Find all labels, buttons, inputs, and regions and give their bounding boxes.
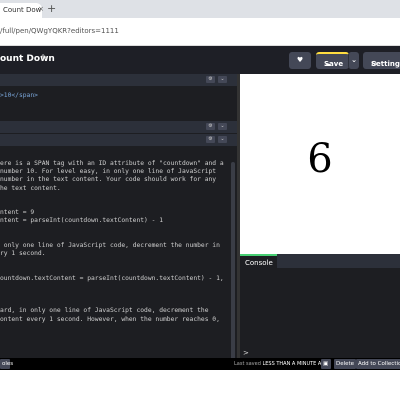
js-pane-chevron-icon[interactable]: ⌄: [218, 136, 227, 143]
save-button[interactable]: ☁ Save: [316, 52, 349, 69]
editor-scrollbar[interactable]: [231, 162, 235, 367]
console-toggle-button[interactable]: oles: [0, 359, 13, 369]
browser-tab-bar: Count Down × +: [0, 0, 400, 18]
pen-header: ount Down ✎ ♥ ☁ Save ⌄ ⚙ Settings: [0, 46, 400, 74]
delete-button[interactable]: Delete: [334, 359, 357, 369]
code-line: ontent every 1 second. However, when the…: [0, 315, 220, 323]
console-header: Console: [240, 254, 400, 268]
code-line: ard, in only one line of JavaScript code…: [0, 307, 209, 315]
close-icon[interactable]: ×: [38, 5, 44, 13]
editor-column: ⚙ ⌄ >10</span> ⚙ ⌄ ⚙ ⌄ ere is a SPAN tag…: [0, 74, 237, 370]
css-pane-header: ⚙ ⌄: [0, 121, 237, 133]
code-line: ntent = 9: [0, 209, 35, 217]
heart-icon: ♥: [296, 56, 304, 64]
browser-tab-title: Count Down: [3, 6, 42, 14]
js-pane-settings-icon[interactable]: ⚙: [206, 136, 215, 143]
code-line: he text content.: [0, 184, 61, 192]
code-line: number 10. For level easy, in only one l…: [0, 168, 217, 176]
html-editor[interactable]: >10</span>: [0, 92, 38, 100]
settings-button[interactable]: ⚙ Settings: [363, 52, 400, 69]
code-line: number in the text content. Your code sh…: [0, 176, 217, 184]
html-code-line: >10</span>: [0, 92, 38, 99]
new-tab-button[interactable]: +: [47, 2, 56, 15]
settings-label: Settings: [371, 60, 400, 68]
code-line: only one line of JavaScript code, decrem…: [0, 241, 220, 249]
countdown-number: 6: [307, 136, 333, 182]
css-pane-settings-icon[interactable]: ⚙: [206, 123, 215, 130]
console-prompt[interactable]: >: [243, 349, 249, 357]
js-pane-header: ⚙ ⌄: [0, 134, 237, 146]
url-text: /full/pen/QWgYQKR?editors=1111: [0, 27, 119, 35]
add-to-collection-button[interactable]: Add to Collection: [356, 359, 400, 369]
html-pane-header: ⚙ ⌄: [0, 74, 237, 86]
layout-icon[interactable]: ▣: [321, 359, 331, 369]
html-pane-chevron-icon[interactable]: ⌄: [218, 76, 227, 83]
save-label: Save: [324, 60, 344, 68]
console-tab[interactable]: Console: [240, 254, 277, 268]
address-bar[interactable]: /full/pen/QWgYQKR?editors=1111: [0, 18, 400, 46]
last-saved-label: Last saved: [234, 361, 261, 367]
heart-button[interactable]: ♥: [289, 52, 311, 69]
page-background: [0, 370, 400, 400]
save-options-button[interactable]: ⌄: [348, 52, 359, 69]
html-pane-settings-icon[interactable]: ⚙: [206, 76, 215, 83]
last-saved-time: LESS THAN A MINUTE AGO: [262, 361, 330, 367]
console-panel: Console >: [240, 254, 400, 370]
browser-tab[interactable]: Count Down: [0, 3, 42, 18]
code-line: ountdown.textContent = parseInt(countdow…: [0, 274, 224, 282]
code-line: ere is a SPAN tag with an ID attribute o…: [0, 160, 224, 167]
code-line: ry 1 second.: [0, 250, 46, 258]
code-line: ntent = parseInt(countdown.textContent) …: [0, 217, 164, 225]
css-pane-chevron-icon[interactable]: ⌄: [218, 123, 227, 130]
chevron-down-icon: ⌄: [351, 56, 357, 64]
result-preview: 6: [240, 74, 400, 254]
last-saved-status: Last saved LESS THAN A MINUTE AGO: [234, 361, 329, 367]
pencil-icon[interactable]: ✎: [41, 53, 48, 62]
js-editor[interactable]: ere is a SPAN tag with an ID attribute o…: [0, 160, 224, 324]
pen-footer: oles Last saved LESS THAN A MINUTE AGO ▣…: [0, 358, 400, 370]
